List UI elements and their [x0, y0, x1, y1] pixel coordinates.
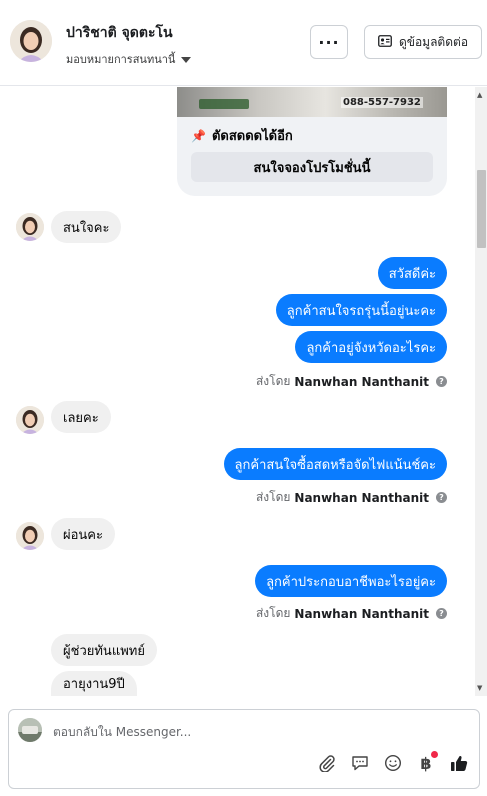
contact-name: ปาริชาติ จุดตะโน [66, 25, 173, 41]
assign-conversation-dropdown[interactable]: มอบหมายการสนทนานี้ [66, 50, 192, 68]
promotion-image: 088-557-7932 [177, 87, 447, 117]
contact-avatar-small [16, 522, 44, 550]
contact-info-label: ดูข้อมูลติดต่อ [398, 34, 469, 49]
sent-by-prefix: ส่งโดย [255, 374, 291, 388]
book-promotion-button[interactable]: สนใจจองโปรโมชั่นนี้ [191, 152, 433, 182]
message-outgoing[interactable]: สวัสดีค่ะ [377, 257, 447, 289]
more-options-button[interactable]: ··· [310, 25, 348, 59]
sent-by-prefix: ส่งโดย [255, 606, 291, 620]
message-incoming[interactable]: ผ่อนคะ [51, 518, 115, 550]
view-contact-info-button[interactable]: ดูข้อมูลติดต่อ [364, 25, 482, 59]
pushpin-icon: 📌 [191, 128, 206, 143]
message-incoming[interactable]: เลยคะ [51, 401, 111, 433]
scrollbar-thumb[interactable] [477, 170, 486, 248]
contact-avatar-small [16, 213, 44, 241]
reply-composer: ฿ [8, 709, 480, 789]
message-outgoing[interactable]: ลูกค้าสนใจซื้อสดหรือจัดไฟแน้นช์คะ [223, 448, 447, 480]
reply-input[interactable] [53, 722, 433, 742]
emoji-icon[interactable] [383, 753, 403, 773]
message-outgoing[interactable]: ลูกค้าประกอบอาชีพอะไรอยู่คะ [255, 565, 447, 597]
page-avatar [18, 718, 42, 742]
sent-by-indicator: ส่งโดย Nanwhan Nanthanit ? [256, 372, 447, 391]
caret-down-icon [181, 56, 192, 63]
contact-avatar[interactable] [10, 20, 52, 62]
notification-dot [431, 751, 438, 758]
promotion-title-text: ตัดสดดดได้อีก [211, 129, 293, 144]
sent-by-agent: Nanwhan Nanthanit [294, 606, 429, 621]
promotion-logo [199, 99, 249, 109]
promotion-card: 088-557-7932 📌 ตัดสดดดได้อีก สนใจจองโปรโ… [177, 87, 447, 196]
sent-by-prefix: ส่งโดย [255, 490, 291, 504]
saved-reply-icon[interactable] [350, 753, 370, 773]
help-icon[interactable]: ? [436, 376, 447, 387]
contact-avatar-small [16, 406, 44, 434]
sent-by-indicator: ส่งโดย Nanwhan Nanthanit ? [256, 488, 447, 507]
message-incoming[interactable]: ผู้ช่วยทันแพทย์ [51, 634, 157, 666]
help-icon[interactable]: ? [436, 608, 447, 619]
help-icon[interactable]: ? [436, 492, 447, 503]
payment-icon[interactable]: ฿ [416, 751, 438, 773]
composer-toolbar: ฿ [317, 751, 469, 773]
message-outgoing[interactable]: ลูกค้าสนใจรถรุ่นนี้อยู่นะคะ [275, 294, 447, 326]
thumbs-up-icon[interactable] [449, 753, 469, 773]
message-outgoing[interactable]: ลูกค้าอยู่จังหวัดอะไรคะ [295, 331, 447, 363]
promotion-phone: 088-557-7932 [341, 97, 423, 108]
scroll-down-arrow-icon[interactable]: ▼ [477, 684, 482, 692]
message-incoming[interactable]: อายุงาน9ปี [51, 671, 137, 696]
scroll-up-arrow-icon[interactable]: ▲ [477, 91, 482, 99]
conversation-header: ปาริชาติ จุดตะโน มอบหมายการสนทนานี้ ··· … [0, 0, 487, 86]
paperclip-icon[interactable] [317, 753, 337, 773]
message-incoming[interactable]: สนใจคะ [51, 211, 122, 243]
baht-symbol: ฿ [420, 753, 432, 773]
assign-label: มอบหมายการสนทนานี้ [66, 53, 176, 66]
sent-by-agent: Nanwhan Nanthanit [294, 490, 429, 505]
contact-card-icon [378, 34, 392, 50]
sent-by-agent: Nanwhan Nanthanit [294, 374, 429, 389]
promotion-title: 📌 ตัดสดดดได้อีก [191, 125, 293, 146]
sent-by-indicator: ส่งโดย Nanwhan Nanthanit ? [256, 604, 447, 623]
